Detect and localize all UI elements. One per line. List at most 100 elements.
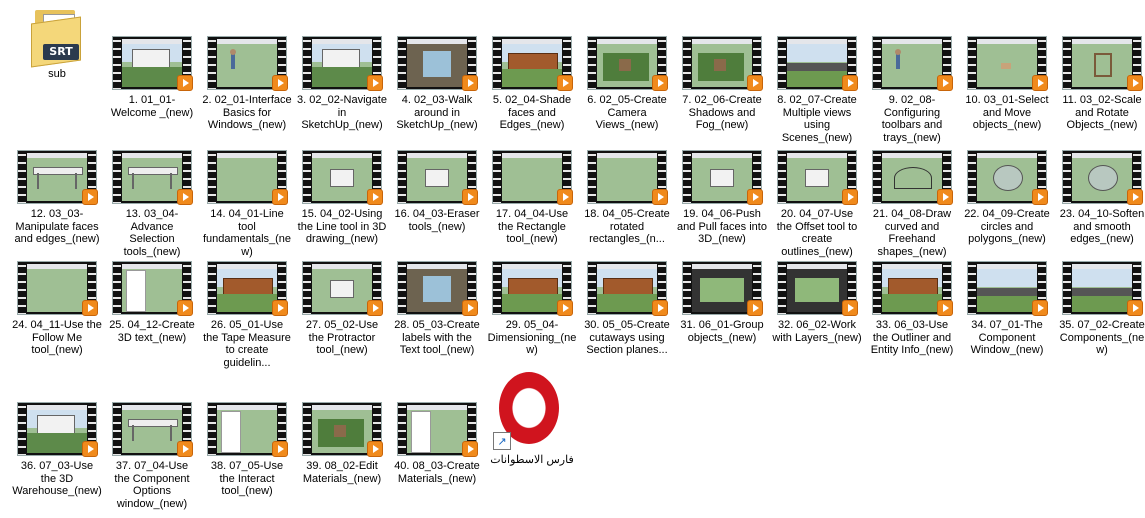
video-file-item[interactable]: 11. 03_02-Scale and Rotate Objects_(new) xyxy=(1056,34,1145,152)
video-file-label: 38. 07_05-Use the Interact tool_(new) xyxy=(210,460,284,497)
video-file-item[interactable]: 37. 07_04-Use the Component Options wind… xyxy=(106,400,198,518)
video-file-item[interactable]: 21. 04_08-Draw curved and Freehand shape… xyxy=(866,148,958,266)
film-strip-icon xyxy=(113,151,121,203)
sketchup-screen-preview xyxy=(312,405,372,453)
video-file-label: 22. 04_09-Create circles and polygons_(n… xyxy=(964,208,1050,245)
video-file-item[interactable]: 10. 03_01-Select and Move objects_(new) xyxy=(961,34,1053,152)
video-file-item[interactable]: 13. 03_04-Advance Selection tools_(new) xyxy=(106,148,198,266)
video-file-item[interactable]: 3. 02_02-Navigate in SketchUp_(new) xyxy=(296,34,388,152)
play-icon xyxy=(177,189,193,205)
video-file-label: 16. 04_03-Eraser tools_(new) xyxy=(394,208,480,233)
film-strip-icon xyxy=(303,37,311,89)
video-file-item[interactable]: 27. 05_02-Use the Protractor tool_(new) xyxy=(296,259,388,377)
video-thumbnail xyxy=(777,261,858,316)
film-strip-icon xyxy=(303,151,311,203)
video-file-item[interactable]: 31. 06_01-Group objects_(new) xyxy=(676,259,768,377)
film-strip-icon xyxy=(493,151,501,203)
video-file-label: 12. 03_03-Manipulate faces and edges_(ne… xyxy=(14,208,100,245)
video-file-item[interactable]: 14. 04_01-Line tool fundamentals_(new) xyxy=(201,148,293,266)
video-file-item[interactable]: 40. 08_03-Create Materials_(new) xyxy=(391,400,483,518)
play-icon xyxy=(272,300,288,316)
play-icon xyxy=(842,75,858,91)
video-file-item[interactable]: 7. 02_06-Create Shadows and Fog_(new) xyxy=(676,34,768,152)
video-file-item[interactable]: 22. 04_09-Create circles and polygons_(n… xyxy=(961,148,1053,266)
video-file-item[interactable]: 38. 07_05-Use the Interact tool_(new) xyxy=(201,400,293,518)
film-strip-icon xyxy=(588,37,596,89)
sketchup-screen-preview xyxy=(977,39,1037,87)
play-icon xyxy=(367,441,383,457)
folder-item-sub[interactable]: SRT sub xyxy=(11,2,103,120)
video-file-item[interactable]: 2. 02_01-Interface Basics for Windows_(n… xyxy=(201,34,293,152)
video-file-item[interactable]: 19. 04_06-Push and Pull faces into 3D_(n… xyxy=(676,148,768,266)
video-thumbnail xyxy=(967,36,1048,91)
video-file-label: 9. 02_08-Configuring toolbars and trays_… xyxy=(881,94,943,144)
film-strip-icon xyxy=(683,151,691,203)
video-thumbnail xyxy=(112,36,193,91)
video-file-label: 29. 05_04-Dimensioning_(new) xyxy=(487,319,577,356)
video-thumbnail xyxy=(207,402,288,457)
video-file-item[interactable]: 25. 04_12-Create 3D text_(new) xyxy=(106,259,198,377)
film-strip-icon xyxy=(778,262,786,314)
video-thumbnail xyxy=(207,36,288,91)
video-file-item[interactable]: 18. 04_05-Create rotated rectangles_(n..… xyxy=(581,148,673,266)
video-file-item[interactable]: 1. 01_01-Welcome _(new) xyxy=(106,34,198,152)
video-file-item[interactable]: 30. 05_05-Create cutaways using Section … xyxy=(581,259,673,377)
video-file-item[interactable]: 35. 07_02-Create Components_(new) xyxy=(1056,259,1145,377)
video-file-label: 4. 02_03-Walk around in SketchUp_(new) xyxy=(396,94,478,131)
sketchup-screen-preview xyxy=(597,153,657,201)
video-file-item[interactable]: 28. 05_03-Create labels with the Text to… xyxy=(391,259,483,377)
video-file-label: 13. 03_04-Advance Selection tools_(new) xyxy=(123,208,181,258)
video-file-item[interactable]: 33. 06_03-Use the Outliner and Entity In… xyxy=(866,259,958,377)
video-file-item[interactable]: 32. 06_02-Work with Layers_(new) xyxy=(771,259,863,377)
video-file-item[interactable]: 20. 04_07-Use the Offset tool to create … xyxy=(771,148,863,266)
video-thumbnail xyxy=(682,261,763,316)
video-file-item[interactable]: 16. 04_03-Eraser tools_(new) xyxy=(391,148,483,266)
play-icon xyxy=(177,75,193,91)
sketchup-screen-preview xyxy=(597,39,657,87)
play-icon xyxy=(1127,75,1143,91)
video-thumbnail xyxy=(112,261,193,316)
video-file-label: 10. 03_01-Select and Move objects_(new) xyxy=(965,94,1049,131)
video-file-item[interactable]: 15. 04_02-Using the Line tool in 3D draw… xyxy=(296,148,388,266)
sketchup-screen-preview xyxy=(692,264,752,312)
video-file-item[interactable]: 8. 02_07-Create Multiple views using Sce… xyxy=(771,34,863,152)
play-icon xyxy=(462,300,478,316)
video-file-item[interactable]: 34. 07_01-The Component Window_(new) xyxy=(961,259,1053,377)
play-icon xyxy=(272,189,288,205)
video-file-item[interactable]: 39. 08_02-Edit Materials_(new) xyxy=(296,400,388,518)
video-thumbnail xyxy=(777,36,858,91)
film-strip-icon xyxy=(18,151,26,203)
video-file-item[interactable]: 4. 02_03-Walk around in SketchUp_(new) xyxy=(391,34,483,152)
film-strip-icon xyxy=(1063,37,1071,89)
video-file-item[interactable]: 26. 05_01-Use the Tape Measure to create… xyxy=(201,259,293,377)
video-file-item[interactable]: 23. 04_10-Soften and smooth edges_(new) xyxy=(1056,148,1145,266)
video-file-label: 33. 06_03-Use the Outliner and Entity In… xyxy=(870,319,954,356)
film-strip-icon xyxy=(873,262,881,314)
video-file-item[interactable]: 6. 02_05-Create Camera Views_(new) xyxy=(581,34,673,152)
film-strip-icon xyxy=(968,151,976,203)
opera-shortcut-item[interactable]: ↗ فارس الاسطوانات xyxy=(486,372,578,480)
video-file-item[interactable]: 9. 02_08-Configuring toolbars and trays_… xyxy=(866,34,958,152)
video-file-label: 25. 04_12-Create 3D text_(new) xyxy=(109,319,195,344)
film-strip-icon xyxy=(778,151,786,203)
play-icon xyxy=(462,189,478,205)
film-strip-icon xyxy=(113,37,121,89)
film-strip-icon xyxy=(303,403,311,455)
video-file-item[interactable]: 17. 04_04-Use the Rectangle tool_(new) xyxy=(486,148,578,266)
video-file-item[interactable]: 29. 05_04-Dimensioning_(new) xyxy=(486,259,578,377)
sketchup-screen-preview xyxy=(312,153,372,201)
film-strip-icon xyxy=(873,37,881,89)
video-thumbnail xyxy=(397,261,478,316)
video-file-item[interactable]: 24. 04_11-Use the Follow Me tool_(new) xyxy=(11,259,103,377)
video-file-label: 3. 02_02-Navigate in SketchUp_(new) xyxy=(297,94,387,131)
play-icon xyxy=(272,75,288,91)
video-file-item[interactable]: 36. 07_03-Use the 3D Warehouse_(new) xyxy=(11,400,103,518)
video-file-label: 27. 05_02-Use the Protractor tool_(new) xyxy=(305,319,379,356)
video-file-item[interactable]: 12. 03_03-Manipulate faces and edges_(ne… xyxy=(11,148,103,266)
sketchup-screen-preview xyxy=(977,264,1037,312)
video-thumbnail xyxy=(1062,150,1143,205)
video-thumbnail xyxy=(207,261,288,316)
play-icon xyxy=(652,75,668,91)
play-icon xyxy=(557,300,573,316)
video-file-item[interactable]: 5. 02_04-Shade faces and Edges_(new) xyxy=(486,34,578,152)
